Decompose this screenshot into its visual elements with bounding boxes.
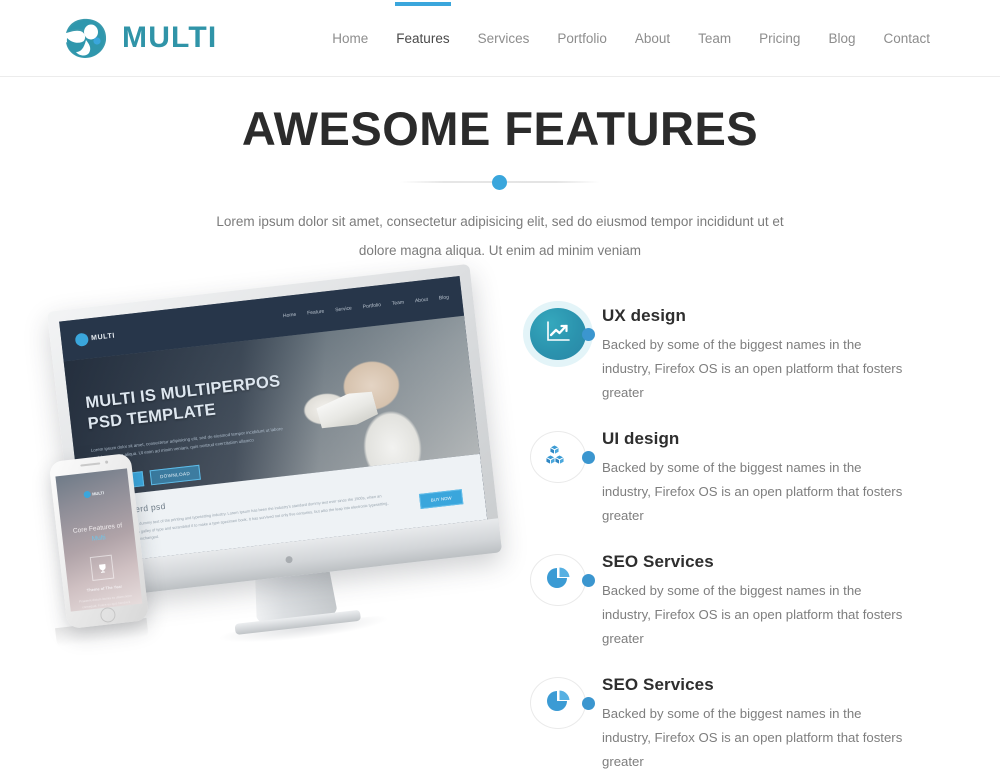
mockup-logo-text: MULTI xyxy=(90,332,116,342)
monitor-brand-dot-icon xyxy=(285,555,293,564)
mockup-nav-item: Home xyxy=(282,311,297,320)
mockup-nav-item: Feature xyxy=(306,308,325,317)
feature-icon-circle xyxy=(530,431,586,484)
feature-title: UX design xyxy=(602,306,687,326)
mockup-download-button: DOWNLOAD xyxy=(149,464,201,486)
feature-item-ux-design[interactable]: UX design Backed by some of the biggest … xyxy=(524,304,1000,405)
mockup-hero-photo xyxy=(288,327,474,475)
phone-logo-icon xyxy=(82,490,91,499)
feature-item-seo-services-1[interactable]: SEO Services Backed by some of the bigge… xyxy=(524,550,1000,651)
feature-item-ui-design[interactable]: UI design Backed by some of the biggest … xyxy=(524,427,1000,528)
feature-description: Backed by some of the biggest names in t… xyxy=(602,456,914,528)
main-navigation: Home Features Services Portfolio About T… xyxy=(318,2,944,73)
mockup-buy-now-button: BUY NOW xyxy=(419,489,464,510)
section-divider xyxy=(400,172,600,192)
mockup-site-nav-links: Home Feature Service Portfolio Team Abou… xyxy=(283,295,450,320)
feature-icon-wrap xyxy=(524,427,602,487)
nav-item-blog[interactable]: Blog xyxy=(814,3,869,73)
phone-logo-text: MULTI xyxy=(91,490,105,497)
mockup-nav-item: Blog xyxy=(438,294,450,302)
feature-text: UI design Backed by some of the biggest … xyxy=(602,427,1000,528)
page-title: AWESOME FEATURES xyxy=(241,102,759,155)
nav-item-pricing[interactable]: Pricing xyxy=(745,3,814,73)
nav-item-home[interactable]: Home xyxy=(318,3,382,73)
feature-text: SEO Services Backed by some of the bigge… xyxy=(602,550,1000,651)
phone-home-button xyxy=(99,606,116,624)
feature-list: UX design Backed by some of the biggest … xyxy=(510,287,1000,769)
pie-chart-icon xyxy=(545,689,571,718)
page-subtitle-line1: Lorem ipsum dolor sit amet, consectetur … xyxy=(216,214,769,230)
features-content: MULTI Home Feature Service Portfolio Tea… xyxy=(0,264,1000,769)
feature-text: UX design Backed by some of the biggest … xyxy=(602,304,1000,405)
phone-app-logo: MULTI xyxy=(57,486,129,501)
feature-text: SEO Services Backed by some of the bigge… xyxy=(602,673,1000,774)
line-chart-growth-icon xyxy=(545,320,571,349)
mockup-nav-item: About xyxy=(414,296,429,305)
site-header: MULTI Home Features Services Portfolio A… xyxy=(0,0,1000,77)
feature-description: Backed by some of the biggest names in t… xyxy=(602,702,914,774)
nav-item-about[interactable]: About xyxy=(621,3,684,73)
feature-accent-dot-icon xyxy=(582,451,595,465)
feature-icon-circle xyxy=(530,554,586,607)
brand-name: MULTI xyxy=(122,21,218,54)
feature-accent-dot-icon xyxy=(582,328,595,342)
nav-item-contact[interactable]: Contact xyxy=(869,3,944,73)
pie-chart-icon xyxy=(545,566,571,595)
mockup-logo-icon xyxy=(74,332,89,347)
stacked-cubes-icon xyxy=(545,444,571,471)
feature-icon-wrap xyxy=(524,673,602,733)
feature-accent-dot-icon xyxy=(582,574,595,588)
feature-accent-dot-icon xyxy=(582,697,595,711)
feature-title: SEO Services xyxy=(602,675,714,695)
device-mockup-group: MULTI Home Feature Service Portfolio Tea… xyxy=(0,264,510,651)
feature-title: UI design xyxy=(602,429,680,449)
nav-item-team[interactable]: Team xyxy=(684,3,745,73)
phone-camera-icon xyxy=(104,460,109,464)
nav-item-services[interactable]: Services xyxy=(464,3,544,73)
nav-item-features[interactable]: Features xyxy=(382,2,463,73)
mockup-site-logo: MULTI xyxy=(74,329,116,347)
feature-description: Backed by some of the biggest names in t… xyxy=(602,579,914,651)
nav-item-portfolio[interactable]: Portfolio xyxy=(543,3,621,73)
feature-icon-wrap xyxy=(524,304,602,364)
mockup-nav-item: Service xyxy=(334,305,353,314)
phone-title: Core Features of Multi xyxy=(61,520,135,548)
divider-dot-icon xyxy=(492,175,507,191)
feature-title: SEO Services xyxy=(602,552,714,572)
phone-screen: MULTI Core Features of Multi Theme of Th… xyxy=(55,468,143,612)
brand-logo[interactable]: MULTI xyxy=(62,16,217,61)
mockup-nav-item: Team xyxy=(391,299,405,308)
feature-item-seo-services-2[interactable]: SEO Services Backed by some of the bigge… xyxy=(524,673,1000,774)
feature-icon-circle xyxy=(530,308,586,361)
feature-icon-circle xyxy=(530,677,586,730)
phone-speaker xyxy=(80,462,101,468)
bird-swoosh-logo-icon xyxy=(62,16,109,61)
section-heading-block: AWESOME FEATURES Lorem ipsum dolor sit a… xyxy=(0,77,1000,265)
feature-icon-wrap xyxy=(524,550,602,610)
page-subtitle: Lorem ipsum dolor sit amet, consectetur … xyxy=(215,208,785,265)
feature-description: Backed by some of the biggest names in t… xyxy=(602,333,914,405)
trophy-icon xyxy=(89,554,115,582)
mockup-nav-item: Portfolio xyxy=(362,302,382,311)
